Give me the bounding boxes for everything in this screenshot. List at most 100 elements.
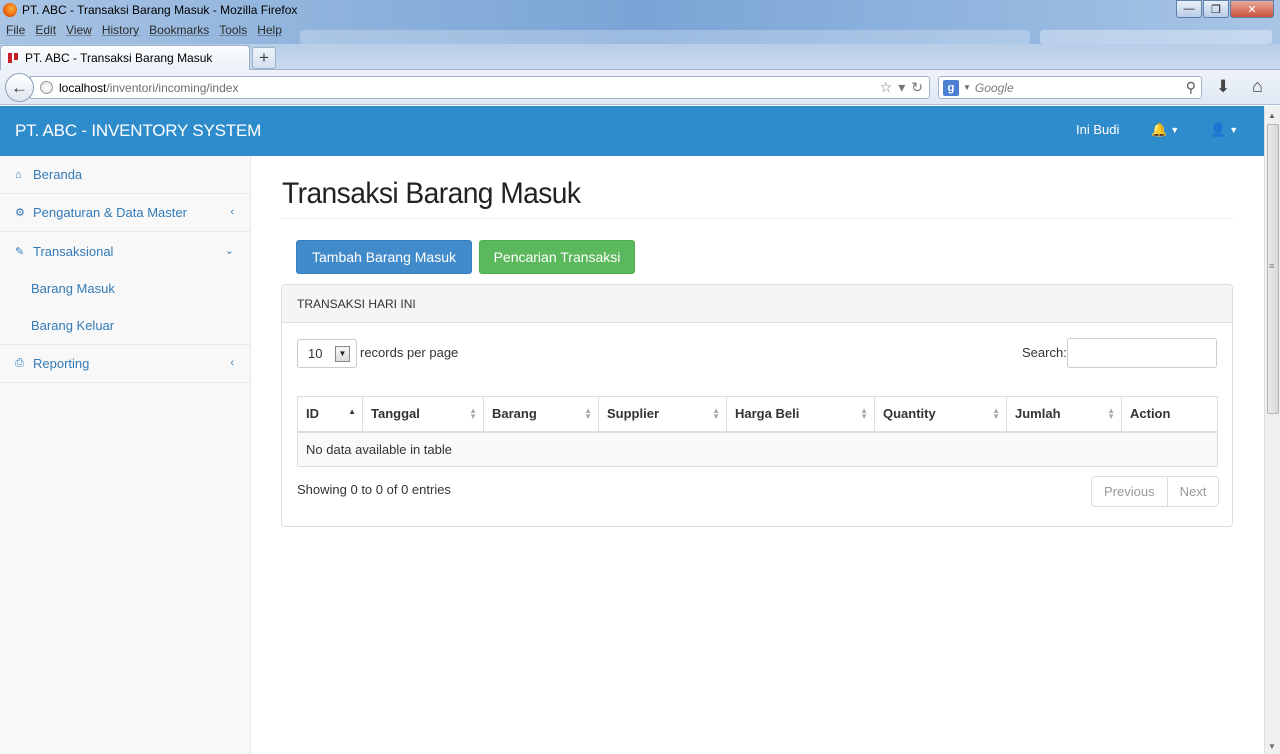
dropdown-arrow-icon[interactable]: ▼ [335, 346, 350, 362]
url-path: /inventori/incoming/index [106, 80, 239, 95]
app-header: PT. ABC - INVENTORY SYSTEM Ini Budi 🔔 ▼ 👤… [0, 106, 1264, 156]
minimize-button[interactable]: — [1176, 0, 1202, 18]
menu-bar: File Edit View History Bookmarks Tools H… [0, 23, 286, 41]
chevron-left-icon: ‹ [230, 206, 234, 218]
engine-dropdown-icon[interactable]: ▼ [963, 83, 971, 92]
download-icon[interactable]: ⬇ [1216, 77, 1230, 97]
search-icon[interactable]: ⚲ [1186, 79, 1196, 96]
window-titlebar: PT. ABC - Transaksi Barang Masuk - Mozil… [0, 0, 1280, 44]
column-header-barang[interactable]: Barang ▲ ▼ [483, 396, 599, 433]
pagination: Previous Next [1091, 476, 1220, 507]
previous-page-button[interactable]: Previous [1092, 477, 1167, 506]
sidebar-item-reporting[interactable]: ⎙ Reporting ‹ [0, 345, 250, 383]
google-engine-icon[interactable]: g [943, 79, 959, 96]
firefox-logo-icon [3, 3, 17, 17]
column-header-quantity[interactable]: Quantity ▲ ▼ [874, 396, 1007, 433]
chevron-down-icon: ⌄ [224, 245, 234, 257]
chevron-left-icon: ‹ [230, 357, 234, 369]
sidebar-submenu: Barang Masuk Barang Keluar [0, 270, 250, 345]
sidebar-item-barang-masuk[interactable]: Barang Masuk [0, 270, 250, 307]
scrollbar-grip-icon: ≡ [1269, 261, 1275, 271]
globe-icon [40, 81, 53, 94]
maximize-button[interactable]: ❐ [1203, 0, 1229, 18]
user-dropdown[interactable]: 👤 ▼ [1210, 122, 1238, 138]
sidebar-item-beranda[interactable]: ⌂ Beranda [0, 156, 250, 194]
sort-both-icon: ▲ ▼ [584, 406, 592, 421]
bell-icon: 🔔 [1151, 122, 1168, 137]
back-button[interactable]: ← [5, 73, 34, 102]
scroll-down-icon[interactable]: ▼ [1268, 742, 1276, 751]
home-icon: ⌂ [15, 168, 22, 181]
sidebar-item-label: Beranda [33, 167, 83, 182]
browser-search-box[interactable]: g ▼ Google ⚲ [938, 76, 1202, 99]
column-header-tanggal[interactable]: Tanggal ▲ ▼ [362, 396, 484, 433]
user-name: Ini Budi [1076, 122, 1120, 137]
table-info: Showing 0 to 0 of 0 entries [297, 482, 451, 497]
table-search-input[interactable] [1067, 338, 1217, 368]
browser-search-placeholder: Google [974, 80, 1014, 95]
reload-icon[interactable]: ↻ [911, 79, 923, 96]
bookmarks-strip [300, 30, 1030, 44]
history-dropdown-icon[interactable]: ▾ [898, 79, 905, 96]
menu-history[interactable]: History [102, 23, 139, 41]
gears-icon: ⚙ [15, 207, 25, 219]
navigation-toolbar: localhost/inventori/incoming/index ☆ ▾ ↻… [0, 70, 1280, 105]
column-header-id[interactable]: ID ▲ [297, 396, 363, 433]
page-title: Transaksi Barang Masuk [282, 177, 581, 210]
next-page-button[interactable]: Next [1166, 477, 1219, 506]
sort-asc-icon: ▲ [348, 407, 356, 416]
records-per-page-select[interactable]: 10 ▼ [297, 339, 357, 368]
url-icons: ☆ ▾ ↻ [880, 79, 923, 96]
table-row: No data available in table [297, 431, 1218, 467]
column-header-jumlah[interactable]: Jumlah ▲ ▼ [1006, 396, 1122, 433]
tab-label: PT. ABC - Transaksi Barang Masuk [25, 51, 213, 65]
column-header-action: Action [1121, 396, 1218, 433]
url-bar[interactable]: localhost/inventori/incoming/index ☆ ▾ ↻ [30, 76, 930, 99]
sidebar-item-label: Transaksional [33, 243, 114, 259]
transactions-table: ID ▲ Tanggal ▲ ▼ Barang ▲ ▼ Supplier ▲ ▼ Harga … [297, 396, 1218, 467]
sort-both-icon: ▲ ▼ [1107, 406, 1115, 421]
menu-view[interactable]: View [66, 23, 92, 41]
brand-title[interactable]: PT. ABC - INVENTORY SYSTEM [15, 121, 261, 141]
close-window-button[interactable]: ✕ [1230, 0, 1274, 18]
sidebar-item-label: Pengaturan & Data Master [33, 205, 187, 220]
menu-help[interactable]: Help [257, 23, 282, 41]
notifications-dropdown[interactable]: 🔔 ▼ [1151, 122, 1179, 138]
sidebar-item-barang-keluar[interactable]: Barang Keluar [0, 307, 250, 344]
print-icon: ⎙ [15, 357, 24, 369]
column-header-supplier[interactable]: Supplier ▲ ▼ [598, 396, 727, 433]
panel-title: TRANSAKSI HARI INI [282, 285, 1232, 323]
home-icon[interactable]: ⌂ [1252, 76, 1263, 97]
table-header-row: ID ▲ Tanggal ▲ ▼ Barang ▲ ▼ Supplier ▲ ▼ Harga … [297, 396, 1218, 433]
site-favicon-icon [7, 51, 21, 65]
menu-bookmarks[interactable]: Bookmarks [149, 23, 209, 41]
sidebar-item-pengaturan[interactable]: ⚙ Pengaturan & Data Master ‹ [0, 194, 250, 232]
new-tab-button[interactable]: + [252, 47, 276, 69]
tab-strip: PT. ABC - Transaksi Barang Masuk + [0, 44, 1280, 70]
menu-edit[interactable]: Edit [35, 23, 56, 41]
caret-down-icon: ▼ [1170, 125, 1180, 135]
scroll-up-icon[interactable]: ▲ [1268, 111, 1276, 120]
records-per-page-value: 10 [308, 346, 323, 361]
sort-both-icon: ▲ ▼ [469, 406, 477, 421]
table-search-label: Search: [1022, 345, 1067, 360]
sidebar-item-transaksional[interactable]: ✎ Transaksional ⌄ [0, 232, 250, 270]
user-icon: 👤 [1210, 122, 1227, 137]
search-transaction-button[interactable]: Pencarian Transaksi [479, 240, 635, 274]
column-header-harga-beli[interactable]: Harga Beli ▲ ▼ [726, 396, 875, 433]
page-scrollbar[interactable]: ▲ ≡ ▼ [1264, 106, 1280, 754]
sort-both-icon: ▲ ▼ [712, 406, 720, 421]
window-controls: — ❐ ✕ [1175, 0, 1274, 18]
transactions-panel: TRANSAKSI HARI INI 10 ▼ records per page… [281, 284, 1233, 527]
bookmarks-search-strip [1040, 30, 1272, 44]
sidebar: ⌂ Beranda ⚙ Pengaturan & Data Master ‹ ✎… [0, 156, 251, 754]
sort-both-icon: ▲ ▼ [992, 406, 1000, 421]
menu-file[interactable]: File [6, 23, 25, 41]
bookmark-star-icon[interactable]: ☆ [880, 79, 893, 96]
caret-down-icon: ▼ [1229, 125, 1239, 135]
tab-active[interactable]: PT. ABC - Transaksi Barang Masuk [0, 45, 250, 70]
menu-tools[interactable]: Tools [219, 23, 247, 41]
title-divider [281, 218, 1233, 219]
sidebar-item-label: Reporting [33, 356, 90, 371]
add-incoming-button[interactable]: Tambah Barang Masuk [296, 240, 472, 274]
